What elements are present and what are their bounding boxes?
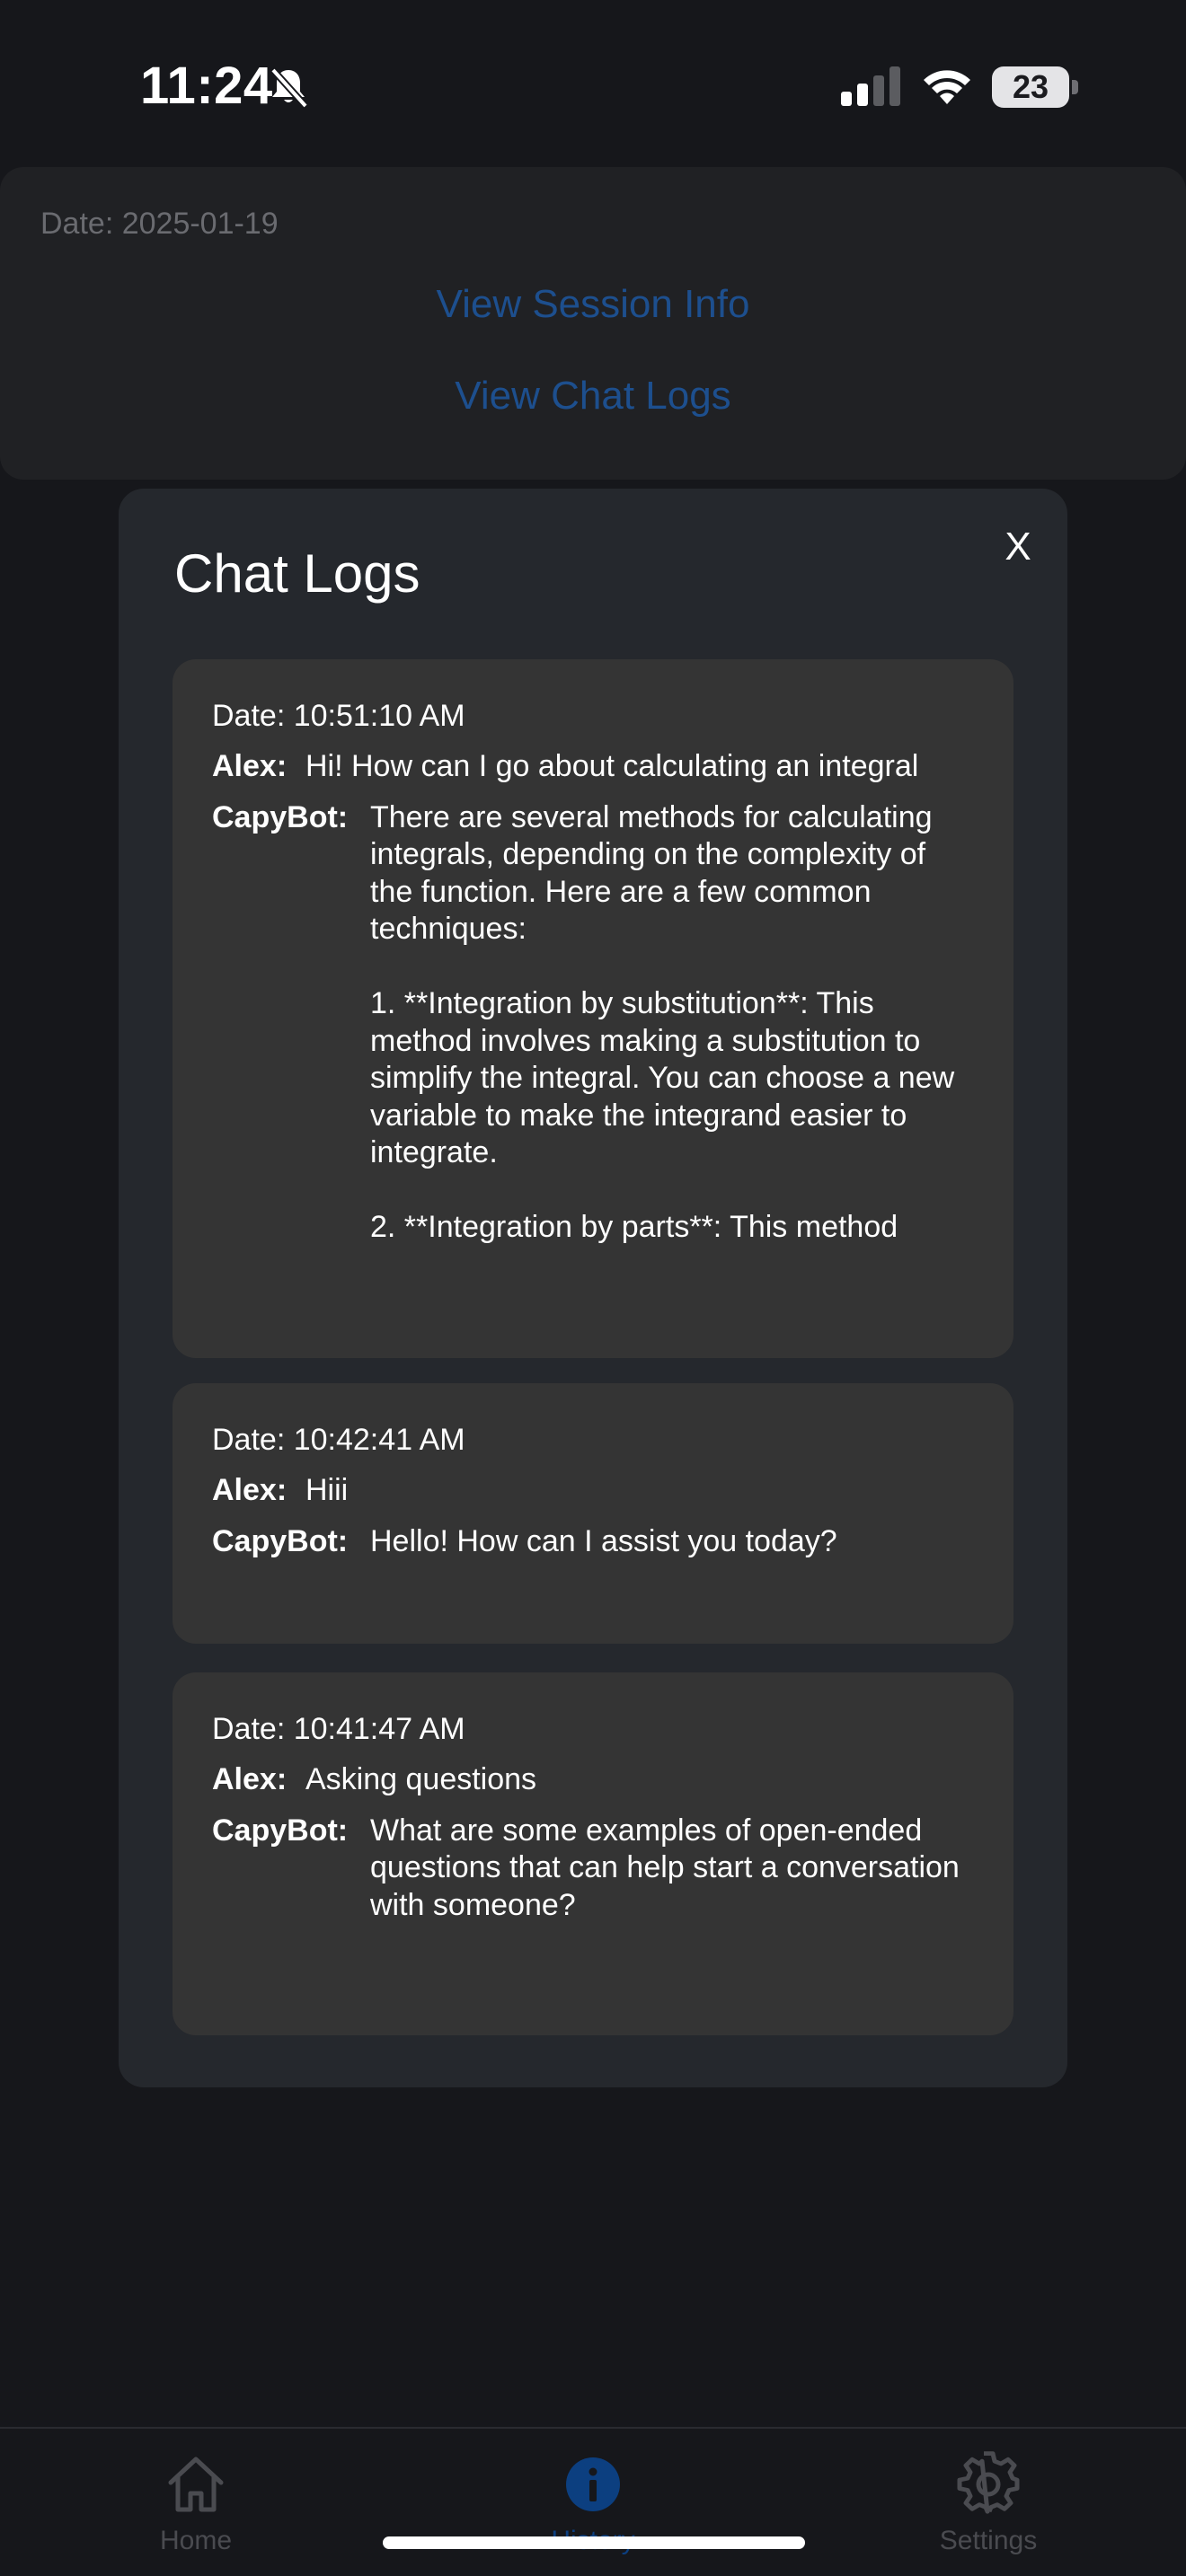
user-label: Alex: (212, 1762, 288, 1796)
session-card: Date: 2025-01-19 View Session Info View … (0, 167, 1186, 480)
screen: 11:24 23 Date: 2025-01-19 View Session I… (0, 0, 1186, 2576)
user-message-row: Alex: Asking questions (212, 1761, 974, 1799)
bot-message: There are several methods for calculatin… (370, 799, 955, 1248)
chat-log-card: Date: 10:51:10 AM Alex: Hi! How can I go… (173, 659, 1013, 1358)
view-session-info-link[interactable]: View Session Info (0, 282, 1186, 327)
info-icon (566, 2457, 620, 2511)
bell-slash-icon (270, 67, 308, 109)
bot-label: CapyBot: (212, 799, 349, 834)
tab-home[interactable]: Home (97, 2450, 295, 2558)
bot-message-row: CapyBot: What are some examples of open-… (212, 1813, 974, 1925)
tab-settings[interactable]: Settings (890, 2450, 1087, 2558)
view-chat-logs-link[interactable]: View Chat Logs (0, 374, 1186, 419)
user-message-row: Alex: Hiii (212, 1472, 974, 1510)
bot-message-row: CapyBot: Hello! How can I assist you tod… (212, 1523, 974, 1561)
signal-icon (841, 66, 900, 106)
close-button[interactable]: X (987, 516, 1049, 578)
chat-log-card: Date: 10:41:47 AM Alex: Asking questions… (173, 1672, 1013, 2035)
log-date: Date: 10:51:10 AM (212, 699, 465, 733)
chat-log-card: Date: 10:42:41 AM Alex: Hiii CapyBot: He… (173, 1383, 1013, 1644)
bot-label: CapyBot: (212, 1523, 349, 1558)
battery-icon: 23 (992, 66, 1069, 108)
tab-label: Settings (939, 2526, 1038, 2555)
user-message: Asking questions (305, 1762, 537, 1796)
user-label: Alex: (212, 1473, 288, 1507)
modal-title: Chat Logs (174, 543, 420, 604)
user-label: Alex: (212, 749, 288, 783)
wifi-icon (924, 70, 970, 104)
home-indicator (383, 2536, 805, 2549)
log-date: Date: 10:42:41 AM (212, 1423, 465, 1457)
bot-message: What are some examples of open-ended que… (370, 1813, 969, 1922)
gear-icon (957, 2451, 1020, 2514)
battery-tip (1072, 80, 1078, 94)
chat-logs-modal: Chat Logs X Date: 10:51:10 AM Alex: Hi! … (119, 489, 1067, 2087)
status-time: 11:24 (140, 57, 273, 115)
session-date: Date: 2025-01-19 (40, 207, 279, 241)
home-icon (168, 2457, 224, 2512)
user-message-row: Alex: Hi! How can I go about calculating… (212, 748, 974, 786)
status-bar: 11:24 23 (0, 0, 1186, 171)
bot-label: CapyBot: (212, 1813, 349, 1848)
bot-message-row: CapyBot: There are several methods for c… (212, 799, 974, 1248)
user-message: Hi! How can I go about calculating an in… (305, 749, 919, 783)
user-message: Hiii (305, 1473, 349, 1507)
tab-bar: Home History Settings (0, 2427, 1186, 2576)
bot-message: Hello! How can I assist you today? (370, 1523, 837, 1558)
log-date: Date: 10:41:47 AM (212, 1712, 465, 1746)
tab-label: Home (159, 2526, 233, 2555)
